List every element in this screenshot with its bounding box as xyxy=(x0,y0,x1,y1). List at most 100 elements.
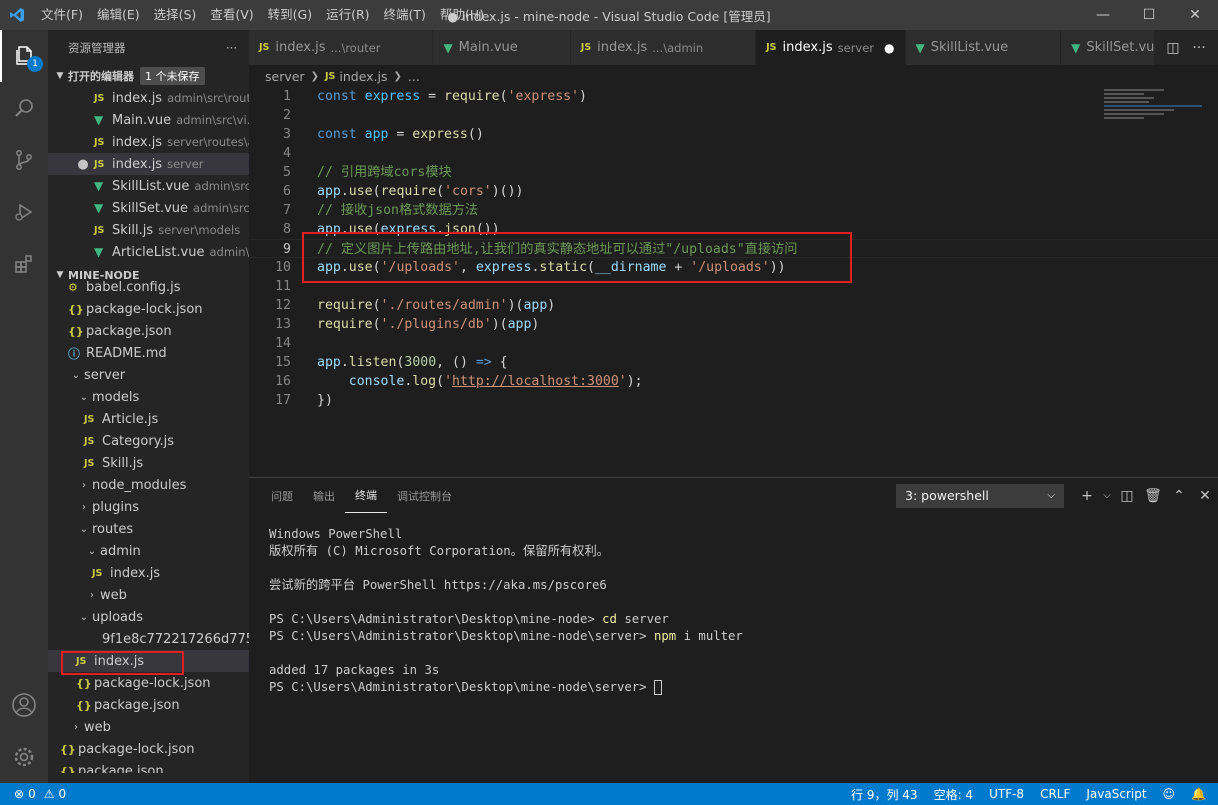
code-token: => xyxy=(475,355,492,370)
code-token: () xyxy=(467,127,484,142)
maximize-panel-icon[interactable]: ⌃ xyxy=(1166,488,1192,504)
tree-file[interactable]: JS index.js xyxy=(48,562,249,584)
line-number: 17 xyxy=(275,393,291,408)
code-token: { xyxy=(491,355,508,370)
open-editor-item[interactable]: ▼ Main.vue admin\src\vi... xyxy=(48,109,249,131)
chevron-down-icon[interactable]: ⌵ xyxy=(1100,490,1114,501)
panel-tab[interactable]: 终端 xyxy=(345,478,387,513)
tree-folder[interactable]: ⌄ uploads xyxy=(48,606,249,628)
open-editor-item[interactable]: ▼ SkillList.vue admin\src\... xyxy=(48,175,249,197)
notifications-icon[interactable]: 🔔 xyxy=(1191,787,1206,801)
explorer-icon[interactable]: 1 xyxy=(0,30,48,82)
menu-item[interactable]: 转到(G) xyxy=(261,0,319,30)
extensions-icon[interactable] xyxy=(0,238,48,290)
menu-item[interactable]: 终端(T) xyxy=(377,0,433,30)
tree-file[interactable]: 9f1e8c772217266d7753... xyxy=(48,628,249,650)
account-icon[interactable] xyxy=(0,679,48,731)
menu-item[interactable]: 查看(V) xyxy=(203,0,260,30)
open-editor-item[interactable]: JS Skill.js server\models xyxy=(48,219,249,241)
terminal-output[interactable]: Windows PowerShell 版权所有 (C) Microsoft Cor… xyxy=(269,526,743,696)
tree-folder[interactable]: ⌄ models xyxy=(48,386,249,408)
tree-folder[interactable]: › web xyxy=(48,716,249,738)
tree-file[interactable]: {} package.json xyxy=(48,760,249,774)
split-editor-icon[interactable]: ◫ xyxy=(1160,40,1186,56)
editor-tab[interactable]: JS index.js server ● xyxy=(756,30,906,65)
code-token: 3000 xyxy=(404,355,437,370)
minimap[interactable] xyxy=(1104,87,1204,147)
feedback-icon[interactable]: ☺ xyxy=(1163,787,1176,801)
tree-file[interactable]: JS Category.js xyxy=(48,430,249,452)
breadcrumb-item[interactable]: ... xyxy=(408,69,420,84)
trash-icon[interactable]: 🗑 xyxy=(1140,488,1166,504)
editor-tab[interactable]: JS index.js ...\router xyxy=(249,30,434,65)
tree-file[interactable]: JS Article.js xyxy=(48,408,249,430)
run-debug-icon[interactable] xyxy=(0,186,48,238)
tree-folder[interactable]: › plugins xyxy=(48,496,249,518)
tree-folder[interactable]: › web xyxy=(48,584,249,606)
chevron-down-icon: ⌄ xyxy=(79,391,89,403)
code-token: ( xyxy=(436,184,445,199)
tree-item-label: Category.js xyxy=(102,433,175,449)
tree-folder[interactable]: ⌄ server xyxy=(48,364,249,386)
tree-folder[interactable]: ⌄ routes xyxy=(48,518,249,540)
code-editor[interactable]: 1 const express = require('express') 2 3 con… xyxy=(249,87,1218,477)
code-line: 6 app.use(require('cors')()) xyxy=(249,182,1218,201)
menu-item[interactable]: 帮助(H) xyxy=(433,0,491,30)
editor-tab[interactable]: ▼ SkillList.vue xyxy=(905,30,1062,65)
open-editor-item[interactable]: ▼ ArticleList.vue admin\s... xyxy=(48,241,249,263)
split-terminal-icon[interactable]: ◫ xyxy=(1114,488,1140,504)
code-content: require('./plugins/db')(app) xyxy=(317,315,539,334)
tree-file[interactable]: {} package-lock.json xyxy=(48,738,249,760)
editor-tab[interactable]: JS index.js ...\admin xyxy=(570,30,757,65)
terminal-text: added 17 packages in 3s xyxy=(269,663,440,677)
unsaved-dot-icon[interactable]: ● xyxy=(884,41,894,55)
json-file-icon: {} xyxy=(60,764,76,774)
panel-tab[interactable]: 问题 xyxy=(261,478,303,513)
tree-file[interactable]: ⓘ README.md xyxy=(48,342,249,364)
open-editor-item[interactable]: JS index.js server\routes\a... xyxy=(48,131,249,153)
source-control-icon[interactable] xyxy=(0,134,48,186)
menu-item[interactable]: 运行(R) xyxy=(319,0,376,30)
breadcrumb-item[interactable]: index.js xyxy=(339,69,387,84)
open-editor-item[interactable]: JS index.js admin\src\router xyxy=(48,87,249,109)
breadcrumb-item[interactable]: server xyxy=(265,69,305,84)
language-mode[interactable]: JavaScript xyxy=(1086,787,1146,801)
problems-status[interactable]: ⊗ 0 ⚠ 0 xyxy=(0,787,66,801)
tree-file[interactable]: JS Skill.js xyxy=(48,452,249,474)
unsaved-badge: 1 个未保存 xyxy=(140,67,205,85)
search-icon[interactable] xyxy=(0,82,48,134)
line-ending[interactable]: CRLF xyxy=(1040,787,1070,801)
open-editors-section[interactable]: ▼ 打开的编辑器 1 个未保存 xyxy=(48,65,249,87)
minimize-icon[interactable]: — xyxy=(1080,0,1126,30)
tree-file[interactable]: {} package-lock.json xyxy=(48,672,249,694)
close-icon[interactable]: ✕ xyxy=(1172,0,1218,30)
maximize-icon[interactable]: ☐ xyxy=(1126,0,1172,30)
tree-file[interactable]: {} package.json xyxy=(48,694,249,716)
terminal-select[interactable]: 3: powershell ⌵ xyxy=(896,483,1064,508)
tree-file[interactable]: ⚙ babel.config.js xyxy=(48,276,249,298)
indentation[interactable]: 空格: 4 xyxy=(934,786,974,803)
editor-tab[interactable]: ▼ Main.vue xyxy=(433,30,571,65)
open-editor-item[interactable]: ● JS index.js server xyxy=(48,153,249,175)
menu-item[interactable]: 文件(F) xyxy=(34,0,90,30)
code-token: )( xyxy=(491,317,508,332)
open-editor-item[interactable]: ▼ SkillSet.vue admin\src\... xyxy=(48,197,249,219)
menu-item[interactable]: 选择(S) xyxy=(147,0,204,30)
settings-gear-icon[interactable] xyxy=(0,731,48,783)
more-actions-icon[interactable]: ··· xyxy=(1186,40,1212,56)
new-terminal-icon[interactable]: + xyxy=(1074,488,1100,504)
close-panel-icon[interactable]: ✕ xyxy=(1192,488,1218,504)
terminal-line: added 17 packages in 3s xyxy=(269,662,743,679)
cursor-position[interactable]: 行 9，列 43 xyxy=(851,786,918,803)
tree-file[interactable]: {} package-lock.json xyxy=(48,298,249,320)
tree-folder[interactable]: ⌄ admin xyxy=(48,540,249,562)
tree-folder[interactable]: › node_modules xyxy=(48,474,249,496)
panel-tab[interactable]: 调试控制台 xyxy=(387,478,462,513)
tree-file[interactable]: {} package.json xyxy=(48,320,249,342)
panel-tab[interactable]: 输出 xyxy=(303,478,345,513)
encoding[interactable]: UTF-8 xyxy=(989,787,1024,801)
menu-item[interactable]: 编辑(E) xyxy=(90,0,147,30)
tree-item-label: uploads xyxy=(92,609,144,625)
more-actions-icon[interactable]: ··· xyxy=(226,41,237,55)
code-token: require xyxy=(380,184,437,199)
